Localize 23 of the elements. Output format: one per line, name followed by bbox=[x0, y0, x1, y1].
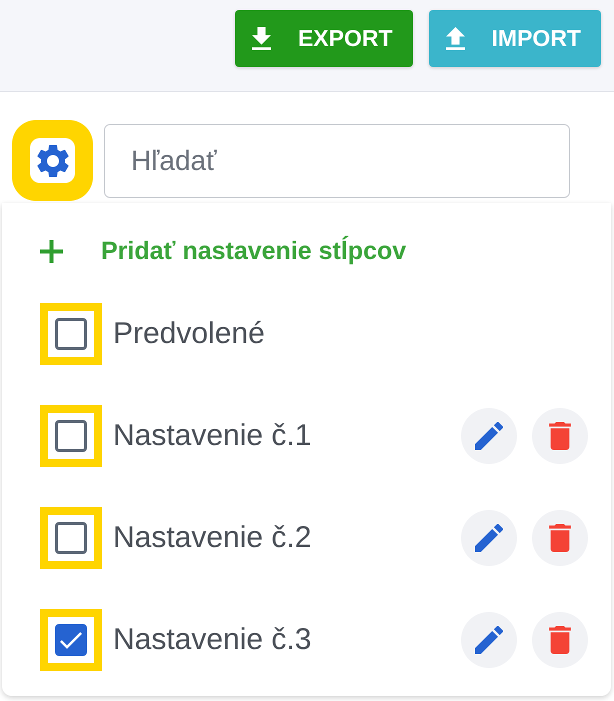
import-button[interactable]: IMPORT bbox=[428, 10, 601, 67]
edit-icon bbox=[475, 422, 503, 450]
export-button[interactable]: EXPORT bbox=[234, 10, 413, 67]
edit-icon bbox=[475, 626, 503, 654]
setting-label: Nastavenie č.3 bbox=[113, 623, 312, 657]
setting-label: Predvolené bbox=[113, 317, 265, 351]
plus-icon bbox=[40, 240, 63, 262]
trash-icon bbox=[549, 422, 571, 450]
download-icon bbox=[252, 27, 271, 50]
checkbox[interactable] bbox=[55, 522, 87, 554]
checkbox[interactable] bbox=[55, 318, 87, 350]
settings-icon bbox=[36, 144, 68, 176]
upload-icon bbox=[446, 27, 465, 50]
trash-icon bbox=[549, 626, 571, 654]
settings-button[interactable] bbox=[30, 138, 75, 183]
trash-icon bbox=[549, 524, 571, 552]
search-field[interactable]: Hľadať bbox=[104, 124, 570, 198]
setting-label: Nastavenie č.1 bbox=[113, 419, 312, 453]
edit-icon bbox=[475, 524, 503, 552]
checkbox[interactable] bbox=[55, 624, 87, 656]
check-icon bbox=[60, 632, 82, 648]
setting-label: Nastavenie č.2 bbox=[113, 521, 312, 555]
checkbox[interactable] bbox=[55, 420, 87, 452]
